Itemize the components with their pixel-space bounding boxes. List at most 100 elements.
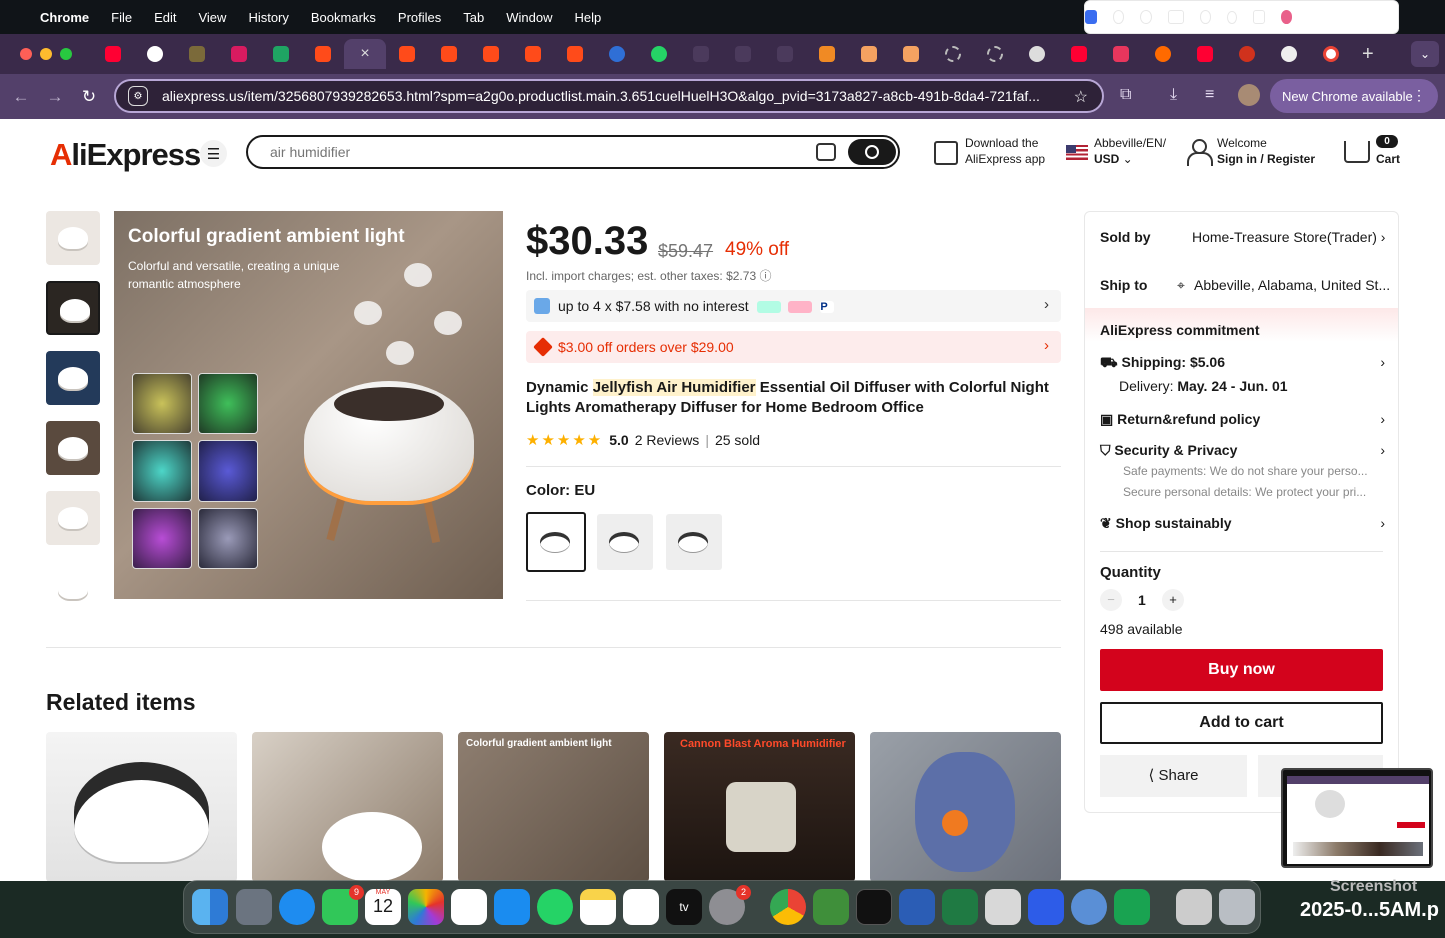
safari-extension-icon[interactable]	[1112, 10, 1125, 24]
new-chrome-available-button[interactable]: New Chrome available ⋮	[1270, 79, 1438, 113]
store-link[interactable]: Home-Treasure Store(Trader) ›	[1192, 229, 1385, 245]
reload-button[interactable]: ↻	[72, 87, 106, 107]
tab-loading-1[interactable]	[932, 39, 974, 69]
tab-toggle[interactable]	[1268, 39, 1310, 69]
zoom-window-button[interactable]	[60, 48, 72, 60]
menu-window[interactable]: Window	[506, 10, 552, 25]
tab-game[interactable]	[176, 39, 218, 69]
tab-orange-2[interactable]	[848, 39, 890, 69]
related-item-2[interactable]	[252, 732, 443, 881]
aliexpress-logo[interactable]: AliExpress	[50, 137, 201, 173]
tab-red-circle[interactable]	[1226, 39, 1268, 69]
add-to-cart-button[interactable]: Add to cart	[1100, 702, 1383, 744]
tab-aliexpress-3[interactable]	[428, 39, 470, 69]
forward-button[interactable]: →	[38, 87, 72, 107]
clock[interactable]: Mon 12 May 11:14 PM	[1308, 2, 1398, 32]
image-search-icon[interactable]	[816, 143, 836, 161]
menu-help[interactable]: Help	[575, 10, 602, 25]
apple-tv-icon[interactable]: tv	[666, 889, 702, 925]
site-info-icon[interactable]: ⚙	[128, 86, 148, 106]
trash-icon[interactable]	[1219, 889, 1255, 925]
menu-profiles[interactable]: Profiles	[398, 10, 441, 25]
reviews-link[interactable]: 2 Reviews	[635, 432, 700, 448]
close-tab-icon[interactable]: ×	[360, 45, 369, 63]
minimize-window-button[interactable]	[40, 48, 52, 60]
quantity-value[interactable]: 1	[1138, 592, 1146, 608]
ship-to-selector[interactable]: Abbeville, Alabama, United St...	[1194, 277, 1390, 293]
quantity-decrease-button[interactable]: −	[1100, 589, 1122, 611]
app-name-menu[interactable]: Chrome	[40, 10, 89, 25]
thumbnail-3[interactable]	[46, 351, 100, 405]
thumbnail-2-selected[interactable]	[46, 281, 100, 335]
back-button[interactable]: ←	[4, 87, 38, 107]
menu-file[interactable]: File	[111, 10, 132, 25]
tab-blank-3[interactable]	[764, 39, 806, 69]
us-flag-icon[interactable]	[1066, 145, 1088, 160]
tab-go[interactable]	[218, 39, 260, 69]
main-product-image[interactable]: Colorful gradient ambient light Colorful…	[114, 211, 503, 599]
more-menu-icon[interactable]: ⋮	[1412, 87, 1426, 104]
menu-view[interactable]: View	[198, 10, 226, 25]
tab-bolt[interactable]	[1100, 39, 1142, 69]
return-policy-row[interactable]: ▣ Return&refund policy ›	[1100, 411, 1385, 428]
close-window-button[interactable]	[20, 48, 32, 60]
coupon-bar[interactable]: $3.00 off orders over $29.00 ›	[526, 331, 1061, 363]
url-text[interactable]: aliexpress.us/item/3256807939282653.html…	[162, 88, 1072, 104]
tab-search-button[interactable]: ⌄	[1411, 41, 1439, 67]
thumbnail-5[interactable]	[46, 491, 100, 545]
related-item-1[interactable]	[46, 732, 237, 881]
wifi-icon[interactable]	[1199, 10, 1212, 24]
safari-icon[interactable]	[279, 889, 315, 925]
download-app-link[interactable]: Download the AliExpress app	[965, 135, 1045, 167]
tab-blank-2[interactable]	[722, 39, 764, 69]
activity-monitor-icon[interactable]	[856, 889, 892, 925]
freeform-icon[interactable]	[623, 889, 659, 925]
launchpad-icon[interactable]	[236, 889, 272, 925]
screenshot-preview-thumbnail[interactable]	[1281, 768, 1433, 868]
tab-youtube-1[interactable]	[92, 39, 134, 69]
tab-loading-2[interactable]	[974, 39, 1016, 69]
installments-bar[interactable]: up to 4 x $7.58 with no interest P ›	[526, 290, 1061, 322]
shop-sustainably-row[interactable]: ❦ Shop sustainably ›	[1100, 515, 1385, 532]
tab-aliexpress-4[interactable]	[470, 39, 512, 69]
app-store-icon[interactable]	[494, 889, 530, 925]
thumbnail-1[interactable]	[46, 211, 100, 265]
whatsapp-icon[interactable]	[537, 889, 573, 925]
thumbnail-6[interactable]	[46, 561, 100, 601]
cart-icon[interactable]	[1344, 141, 1370, 163]
search-button[interactable]	[848, 139, 896, 165]
tab-search[interactable]	[596, 39, 638, 69]
tab-h[interactable]	[134, 39, 176, 69]
vpn-status-icon[interactable]	[1085, 10, 1097, 24]
chrome-icon[interactable]	[770, 889, 806, 925]
tab-orange-1[interactable]	[806, 39, 848, 69]
quantity-increase-button[interactable]: +	[1162, 589, 1184, 611]
excel-icon[interactable]	[942, 889, 978, 925]
remote-desktop-icon[interactable]	[1028, 889, 1064, 925]
menu-bookmarks[interactable]: Bookmarks	[311, 10, 376, 25]
network-app-icon[interactable]	[1071, 889, 1107, 925]
control-center-icon[interactable]	[1253, 10, 1265, 24]
battery-icon[interactable]	[1167, 10, 1184, 24]
word-icon[interactable]	[899, 889, 935, 925]
color-option-3[interactable]	[666, 514, 722, 570]
cart-label[interactable]: Cart	[1376, 151, 1400, 167]
photos-icon[interactable]	[408, 889, 444, 925]
profile-avatar[interactable]	[1238, 84, 1260, 106]
related-item-4[interactable]: Cannon Blast Aroma Humidifier	[664, 732, 855, 881]
tab-orange-3[interactable]	[890, 39, 932, 69]
menu-tab[interactable]: Tab	[463, 10, 484, 25]
tab-youtube-2[interactable]	[1058, 39, 1100, 69]
spotlight-search-icon[interactable]	[1227, 10, 1238, 24]
messages-icon[interactable]: 9	[322, 885, 364, 925]
system-settings-icon[interactable]: 2	[709, 885, 751, 925]
account-icon[interactable]	[1187, 139, 1213, 166]
tab-aliexpress-6[interactable]	[554, 39, 596, 69]
qr-code-icon[interactable]	[934, 141, 958, 165]
bookmark-star-icon[interactable]: ☆	[1074, 87, 1088, 107]
tab-aliexpress-5[interactable]	[512, 39, 554, 69]
related-item-5[interactable]	[870, 732, 1061, 881]
printer-icon[interactable]	[985, 889, 1021, 925]
region-selector[interactable]: Abbeville/EN/ USD ⌄	[1094, 135, 1166, 167]
downloads-stack-icon[interactable]	[1176, 889, 1212, 925]
